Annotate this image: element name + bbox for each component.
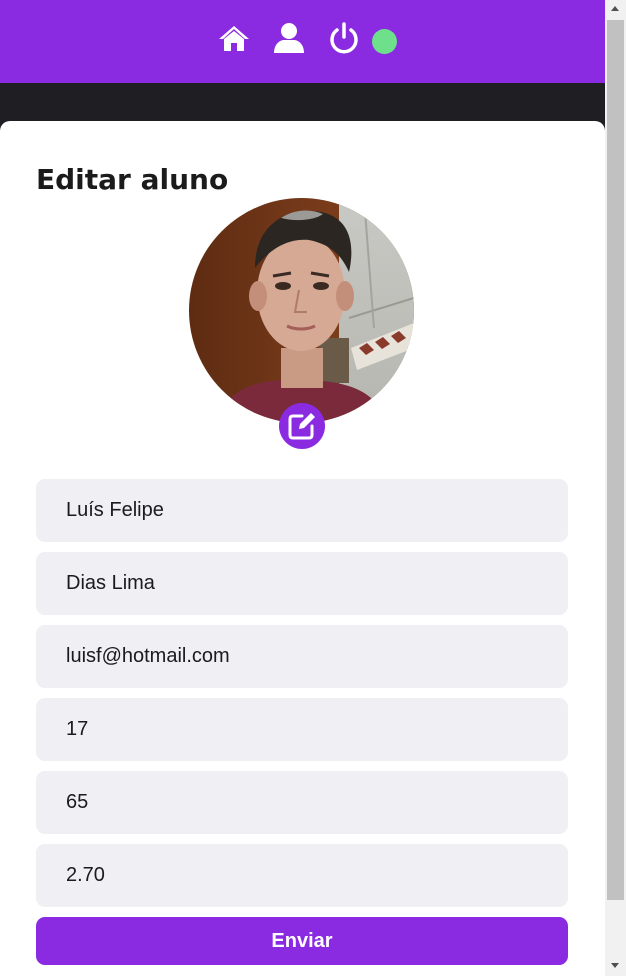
height-input[interactable]: [36, 844, 568, 907]
submit-button[interactable]: Enviar: [36, 917, 568, 965]
user-icon[interactable]: [273, 22, 305, 54]
scroll-up-arrow-icon[interactable]: [611, 6, 619, 11]
page-title: Editar aluno: [36, 163, 229, 196]
last-name-input[interactable]: [36, 552, 568, 615]
home-icon[interactable]: [218, 24, 250, 52]
online-status-dot: [372, 29, 397, 54]
edit-icon: [288, 413, 315, 440]
email-input[interactable]: [36, 625, 568, 688]
top-navigation-bar: [0, 0, 605, 83]
power-icon[interactable]: [328, 21, 360, 55]
scrollbar-thumb[interactable]: [607, 20, 624, 900]
scroll-down-arrow-icon[interactable]: [611, 963, 619, 968]
age-input[interactable]: [36, 698, 568, 761]
weight-input[interactable]: [36, 771, 568, 834]
app-viewport: Editar aluno Luís Felipe Dias Lima luisf…: [0, 0, 605, 976]
first-name-input[interactable]: [36, 479, 568, 542]
edit-photo-button[interactable]: [279, 403, 325, 449]
student-photo: [189, 198, 414, 423]
